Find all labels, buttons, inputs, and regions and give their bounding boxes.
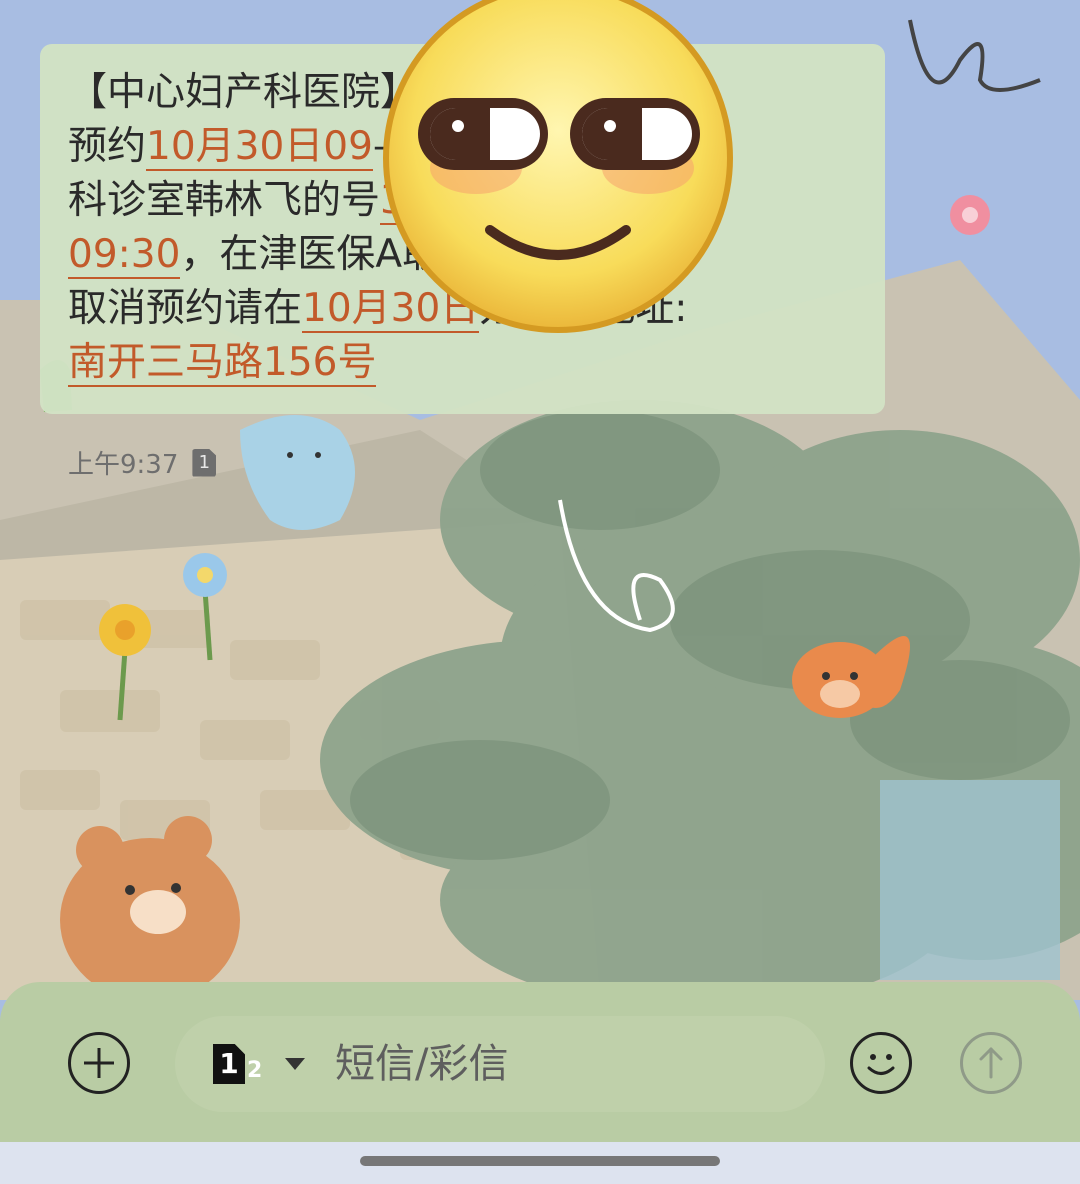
plus-circle-icon: [84, 1048, 114, 1078]
sim-selector[interactable]: 1 2: [213, 1036, 305, 1092]
home-indicator[interactable]: [360, 1156, 720, 1166]
message-segment: ，在津医保A: [180, 232, 403, 277]
message-link[interactable]: 09:30: [68, 232, 181, 279]
message-timestamp: 上午9:37 1: [68, 444, 217, 481]
smirk-emoji-sticker: [380, 0, 736, 336]
smiley-icon: [867, 1054, 895, 1075]
message-input[interactable]: [335, 1036, 785, 1092]
message-link[interactable]: 10月30日09: [146, 124, 373, 171]
message-input-container: 1 2: [175, 1016, 825, 1112]
message-segment: 【中心妇产科医院】: [68, 70, 420, 115]
message-segment: 科诊室韩林飞的号: [68, 178, 381, 223]
timestamp-text: 上午9:37: [68, 450, 179, 480]
message-segment: 预约: [68, 124, 147, 169]
sim-card-icon: 1: [213, 1044, 245, 1084]
attach-button[interactable]: [68, 1032, 130, 1094]
sim-sub-number: 2: [247, 1058, 263, 1083]
system-nav-bar: [0, 1142, 1080, 1184]
sim-1-badge-icon: 1: [192, 448, 217, 477]
message-segment: 取消预约请在: [68, 286, 303, 331]
message-link[interactable]: 南开三马路156号: [68, 340, 377, 387]
composer-bar: 1 2: [0, 982, 1080, 1142]
caret-down-icon: [285, 1058, 305, 1070]
send-arrow-icon: [979, 1047, 1003, 1079]
send-button[interactable]: [960, 1032, 1022, 1094]
emoji-button[interactable]: [850, 1032, 912, 1094]
